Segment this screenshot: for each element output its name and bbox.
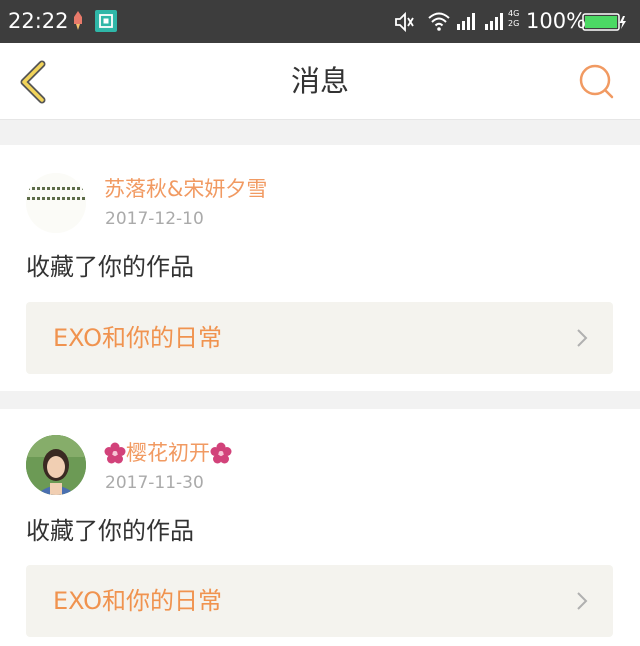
screenshot-icon bbox=[95, 10, 117, 32]
battery-icon bbox=[582, 13, 626, 31]
message-date: 2017-12-10 bbox=[105, 209, 204, 229]
nav-bar: 消息 bbox=[0, 43, 640, 120]
work-title: EXO和你的日常 bbox=[53, 324, 222, 352]
message-card: 苏落秋&宋妍夕雪 2017-12-10 收藏了你的作品 EXO和你的日常 bbox=[0, 145, 640, 391]
search-icon[interactable] bbox=[576, 61, 616, 101]
message-card: 樱花初开 2017-11-30 收藏了你的作品 EXO和你的日常 bbox=[0, 409, 640, 646]
flower-icon bbox=[104, 442, 126, 464]
username[interactable]: 樱花初开 bbox=[104, 439, 232, 467]
action-text: 收藏了你的作品 bbox=[26, 517, 194, 545]
chevron-right-icon bbox=[577, 329, 588, 347]
signal-icon bbox=[485, 13, 503, 30]
work-link[interactable]: EXO和你的日常 bbox=[26, 302, 613, 374]
network-type: 4G 2G bbox=[508, 9, 520, 28]
wifi-icon bbox=[428, 12, 450, 31]
username[interactable]: 苏落秋&宋妍夕雪 bbox=[104, 175, 267, 203]
work-title: EXO和你的日常 bbox=[53, 587, 222, 615]
message-date: 2017-11-30 bbox=[105, 473, 204, 493]
work-link[interactable]: EXO和你的日常 bbox=[26, 565, 613, 637]
signal-icon bbox=[457, 13, 475, 30]
status-time: 22:22 bbox=[8, 9, 69, 33]
avatar-image bbox=[26, 173, 86, 233]
avatar[interactable] bbox=[26, 173, 86, 233]
battery-percent: 100% bbox=[526, 9, 587, 33]
status-bar: 22:22 4G 2G 100% bbox=[0, 0, 640, 43]
avatar[interactable] bbox=[26, 435, 86, 495]
username-text: 樱花初开 bbox=[126, 441, 210, 465]
flower-icon bbox=[210, 442, 232, 464]
page-title: 消息 bbox=[290, 64, 349, 98]
chevron-right-icon bbox=[577, 592, 588, 610]
rocket-icon bbox=[74, 11, 82, 30]
mute-icon bbox=[395, 11, 414, 33]
action-text: 收藏了你的作品 bbox=[26, 253, 194, 281]
avatar-image bbox=[26, 435, 86, 495]
